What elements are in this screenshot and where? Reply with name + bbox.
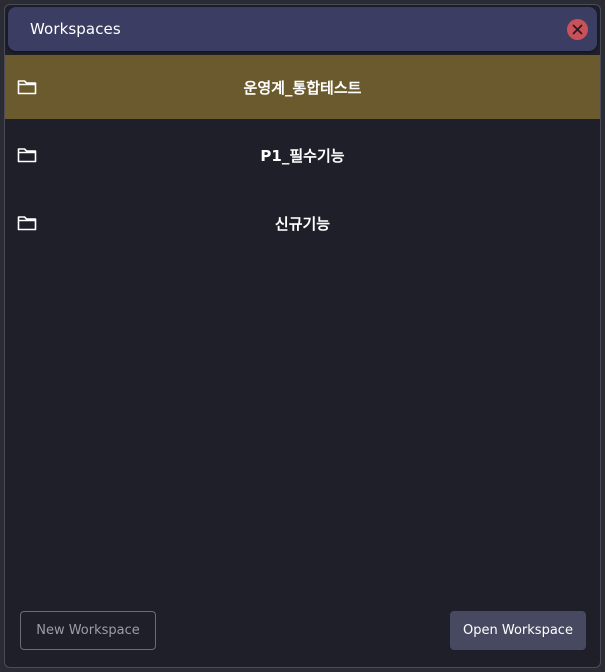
workspace-label: 신규기능 (274, 215, 331, 233)
workspace-label: 운영계_통합테스트 (243, 79, 362, 97)
workspace-item[interactable]: 신규기능 (5, 191, 600, 255)
workspace-label: P1_필수기능 (260, 147, 345, 165)
close-icon (572, 24, 583, 35)
workspace-list: 운영계_통합테스트 P1_필수기능 신규기능 (5, 55, 600, 259)
workspace-item[interactable]: P1_필수기능 (5, 123, 600, 187)
workspaces-dialog: Workspaces 운영계_통합테스트 P1_필수기능 신규기능 New Wo… (4, 4, 601, 668)
dialog-title: Workspaces (30, 20, 121, 38)
new-workspace-button[interactable]: New Workspace (20, 611, 156, 650)
dialog-titlebar: Workspaces (8, 7, 597, 51)
close-button[interactable] (567, 19, 588, 40)
open-workspace-button[interactable]: Open Workspace (450, 611, 586, 650)
workspace-item[interactable]: 운영계_통합테스트 (5, 55, 600, 119)
